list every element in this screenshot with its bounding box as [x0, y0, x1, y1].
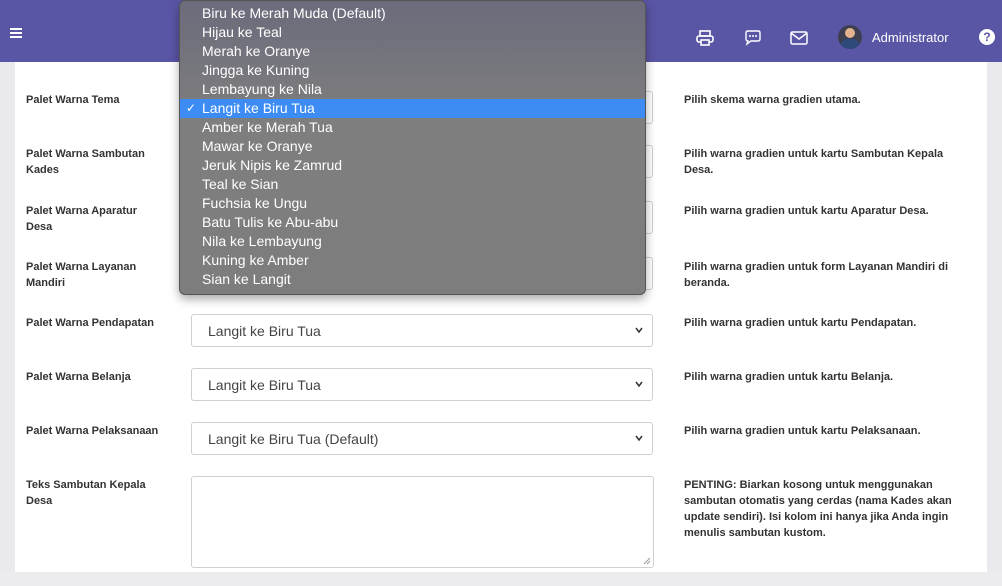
help-palet-warna-layanan: Pilih warna gradien untuk form Layanan M…	[684, 261, 949, 289]
help-teks-sambutan: PENTING: Biarkan kosong untuk menggunaka…	[684, 479, 952, 539]
chat-icon[interactable]	[742, 28, 764, 48]
dropdown-option[interactable]: Jingga ke Kuning	[180, 61, 645, 80]
menu-icon[interactable]	[10, 24, 32, 40]
label-palet-warna-tema: Palet Warna Tema	[26, 94, 120, 106]
label-palet-warna-belanja: Palet Warna Belanja	[26, 371, 131, 383]
dropdown-option[interactable]: Merah ke Oranye	[180, 42, 645, 61]
label-palet-warna-pendapatan: Palet Warna Pendapatan	[26, 317, 154, 329]
select-value: Langit ke Biru Tua (Default)	[208, 431, 379, 447]
chevron-down-icon	[635, 435, 643, 442]
dropdown-option[interactable]: Hijau ke Teal	[180, 23, 645, 42]
label-palet-warna-sambutan: Palet Warna Sambutan Kades	[26, 148, 145, 176]
bottom-strip	[0, 572, 1002, 586]
help-palet-warna-belanja: Pilih warna gradien untuk kartu Belanja.	[684, 371, 894, 383]
dropdown-option[interactable]: Amber ke Merah Tua	[180, 118, 645, 137]
dropdown-option[interactable]: Batu Tulis ke Abu-abu	[180, 213, 645, 232]
select-value: Langit ke Biru Tua	[208, 377, 321, 393]
dropdown-option[interactable]: Teal ke Sian	[180, 175, 645, 194]
label-palet-warna-pelaksanaan: Palet Warna Pelaksanaan	[26, 425, 159, 437]
mail-icon[interactable]	[788, 28, 810, 48]
select-value: Langit ke Biru Tua	[208, 323, 321, 339]
dropdown-option-selected[interactable]: ✓ Langit ke Biru Tua	[180, 99, 645, 118]
dropdown-option[interactable]: Mawar ke Oranye	[180, 137, 645, 156]
label-palet-warna-aparatur: Palet Warna Aparatur Desa	[26, 205, 138, 233]
select-palet-warna-pelaksanaan[interactable]: Langit ke Biru Tua (Default)	[191, 422, 653, 455]
resize-grip-icon[interactable]	[643, 557, 651, 565]
dropdown-option[interactable]: Fuchsia ke Ungu	[180, 194, 645, 213]
dropdown-option[interactable]: Biru ke Merah Muda (Default)	[180, 4, 645, 23]
print-icon[interactable]	[694, 28, 716, 48]
help-palet-warna-pendapatan: Pilih warna gradien untuk kartu Pendapat…	[684, 317, 917, 329]
chevron-down-icon	[635, 381, 643, 388]
help-palet-warna-aparatur: Pilih warna gradien untuk kartu Aparatur…	[684, 205, 929, 217]
dropdown-option[interactable]: Lembayung ke Nila	[180, 80, 645, 99]
textarea-teks-sambutan[interactable]	[191, 476, 654, 568]
help-palet-warna-pelaksanaan: Pilih warna gradien untuk kartu Pelaksan…	[684, 425, 921, 437]
dropdown-option[interactable]: Nila ke Lembayung	[180, 232, 645, 251]
dropdown-option[interactable]: Kuning ke Amber	[180, 251, 645, 270]
check-icon: ✓	[186, 101, 197, 115]
user-name[interactable]: Administrator	[872, 30, 949, 45]
label-palet-warna-layanan: Palet Warna Layanan Mandiri	[26, 261, 137, 289]
help-palet-warna-tema: Pilih skema warna gradien utama.	[684, 94, 861, 106]
select-palet-warna-belanja[interactable]: Langit ke Biru Tua	[191, 368, 653, 401]
avatar[interactable]	[838, 25, 862, 49]
dropdown-option[interactable]: Jeruk Nipis ke Zamrud	[180, 156, 645, 175]
palette-dropdown-list[interactable]: Biru ke Merah Muda (Default) Hijau ke Te…	[179, 0, 646, 295]
dropdown-option[interactable]: Sian ke Langit	[180, 270, 645, 289]
help-palet-warna-sambutan: Pilih warna gradien untuk kartu Sambutan…	[684, 148, 944, 176]
label-teks-sambutan: Teks Sambutan Kepala Desa	[26, 479, 146, 507]
select-palet-warna-pendapatan[interactable]: Langit ke Biru Tua	[191, 314, 653, 347]
help-icon[interactable]: ?	[979, 29, 995, 45]
chevron-down-icon	[635, 327, 643, 334]
